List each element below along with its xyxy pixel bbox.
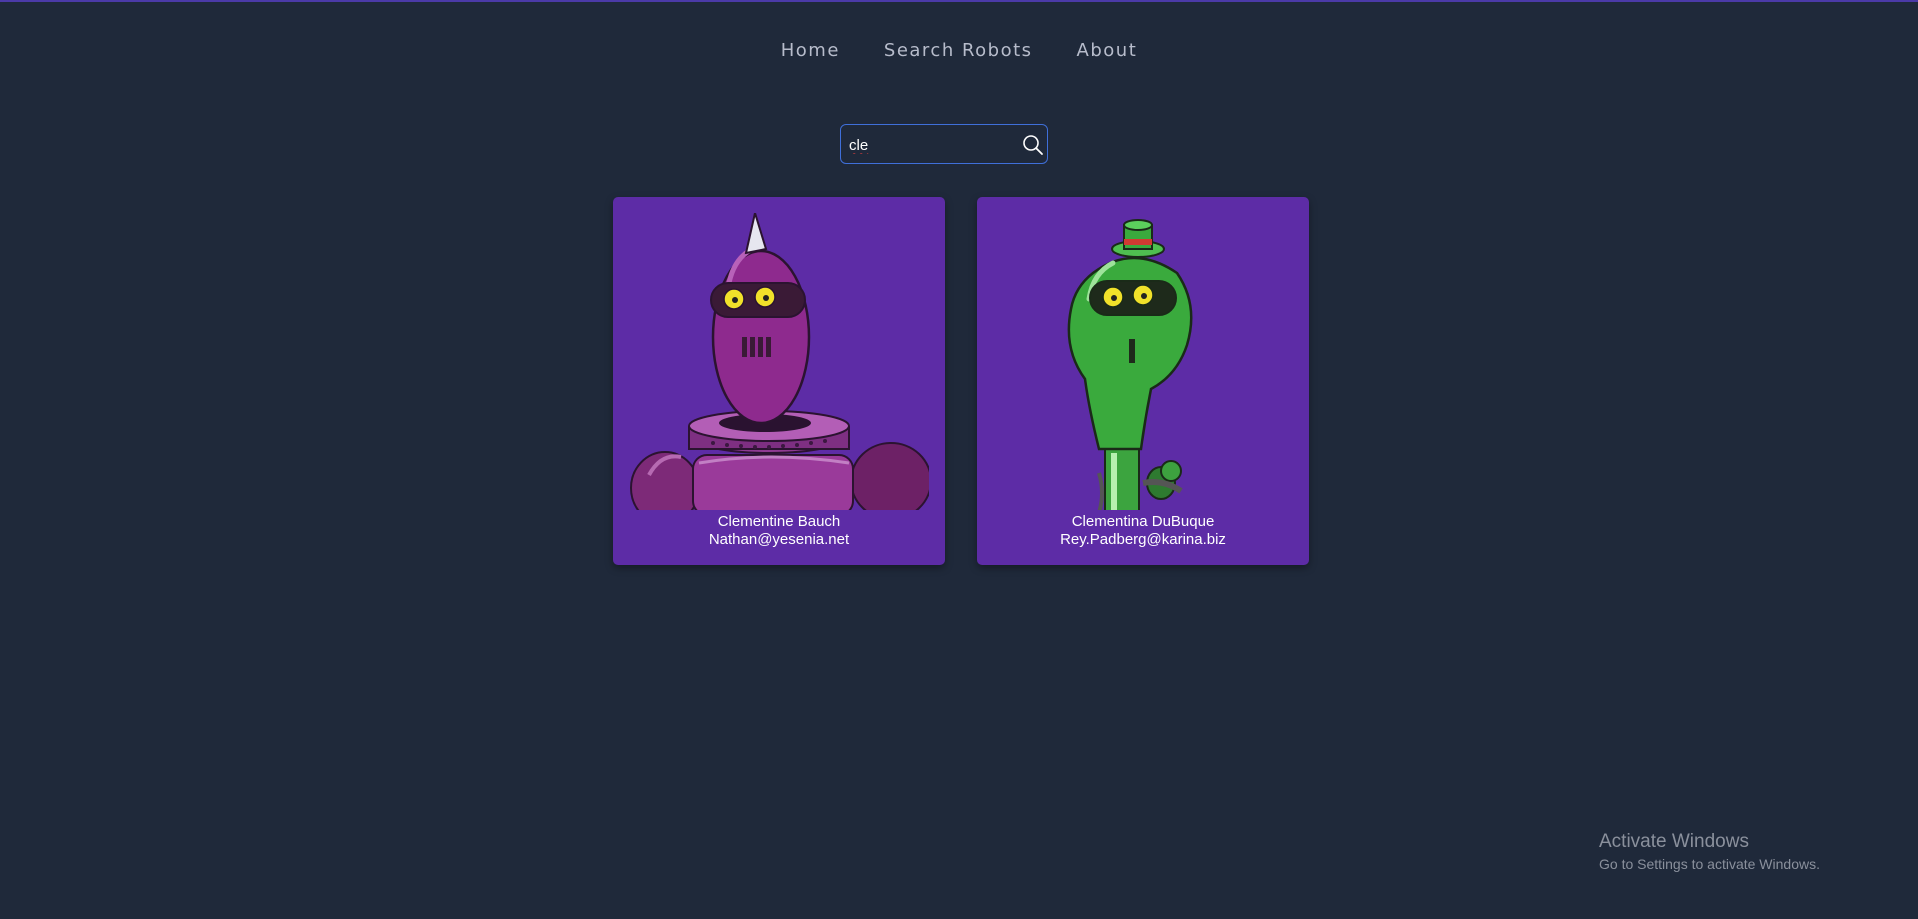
- nav-about-link[interactable]: About: [1077, 40, 1138, 61]
- activate-windows-title: Activate Windows: [1599, 831, 1749, 852]
- robot-card[interactable]: Clementina DuBuque Rey.Padberg@karina.bi…: [977, 197, 1309, 565]
- robot-email: Rey.Padberg@karina.biz: [1060, 531, 1226, 548]
- purple-robot-image: [630, 213, 929, 510]
- top-accent-line: [0, 0, 1918, 2]
- nav-search-robots-link[interactable]: Search Robots: [884, 40, 1033, 61]
- robot-card[interactable]: Clementine Bauch Nathan@yesenia.net: [613, 197, 945, 565]
- search-box: [840, 124, 1048, 164]
- robot-name: Clementina DuBuque: [1071, 513, 1215, 530]
- search-icon[interactable]: [1021, 133, 1045, 157]
- robot-name: Clementine Bauch: [717, 513, 841, 530]
- nav-home-link[interactable]: Home: [781, 40, 840, 61]
- main-nav: Home Search Robots About: [0, 40, 1918, 61]
- robot-email: Nathan@yesenia.net: [708, 531, 850, 548]
- green-robot-image: [1067, 219, 1193, 510]
- search-input[interactable]: [849, 134, 1009, 156]
- activate-windows-subtitle: Go to Settings to activate Windows.: [1599, 856, 1820, 872]
